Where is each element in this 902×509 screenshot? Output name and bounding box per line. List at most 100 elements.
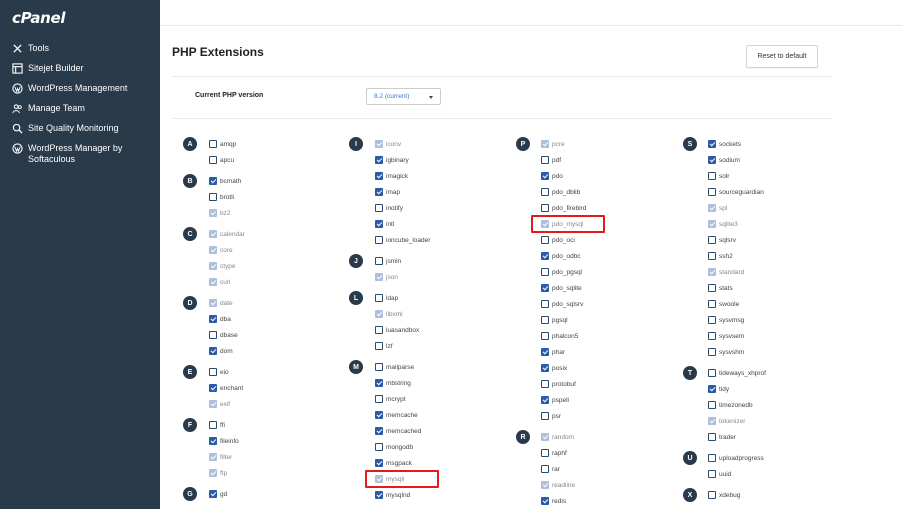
extension-solr[interactable]: solr: [708, 171, 729, 181]
extension-checkbox[interactable]: [708, 454, 716, 462]
extension-xdebug[interactable]: xdebug: [708, 490, 740, 500]
extension-pdo-pgsql[interactable]: pdo_pgsql: [541, 267, 582, 277]
extension-tidy[interactable]: tidy: [708, 384, 729, 394]
extension-checkbox[interactable]: [375, 379, 383, 387]
extension-checkbox[interactable]: [708, 369, 716, 377]
extension-checkbox[interactable]: [209, 368, 217, 376]
extension-checkbox[interactable]: [375, 220, 383, 228]
sidebar-item-tools[interactable]: Tools: [12, 43, 152, 54]
extension-pdf[interactable]: pdf: [541, 155, 561, 165]
extension-sysvmsg[interactable]: sysvmsg: [708, 315, 744, 325]
extension-checkbox[interactable]: [375, 172, 383, 180]
extension-checkbox[interactable]: [541, 364, 549, 372]
extension-checkbox[interactable]: [209, 177, 217, 185]
extension-pdo-dblib[interactable]: pdo_dblib: [541, 187, 580, 197]
extension-checkbox[interactable]: [209, 315, 217, 323]
extension-pdo-firebird[interactable]: pdo_firebird: [541, 203, 586, 213]
extension-raphf[interactable]: raphf: [541, 448, 567, 458]
extension-memcache[interactable]: memcache: [375, 410, 418, 420]
extension-checkbox[interactable]: [541, 300, 549, 308]
extension-jsmin[interactable]: jsmin: [375, 256, 401, 266]
extension-checkbox[interactable]: [708, 284, 716, 292]
extension-pdo[interactable]: pdo: [541, 171, 563, 181]
extension-pgsql[interactable]: pgsql: [541, 315, 568, 325]
extension-checkbox[interactable]: [708, 316, 716, 324]
extension-checkbox[interactable]: [708, 156, 716, 164]
extension-checkbox[interactable]: [708, 236, 716, 244]
extension-enchant[interactable]: enchant: [209, 383, 243, 393]
php-version-select[interactable]: 8.2 (current): [366, 88, 441, 105]
extension-checkbox[interactable]: [375, 459, 383, 467]
extension-checkbox[interactable]: [375, 395, 383, 403]
extension-checkbox[interactable]: [541, 497, 549, 505]
extension-checkbox[interactable]: [375, 188, 383, 196]
extension-checkbox[interactable]: [541, 396, 549, 404]
cpanel-logo[interactable]: cPanel: [12, 9, 66, 27]
extension-checkbox[interactable]: [708, 491, 716, 499]
extension-pdo-sqlsrv[interactable]: pdo_sqlsrv: [541, 299, 583, 309]
extension-pdo-sqlite[interactable]: pdo_sqlite: [541, 283, 582, 293]
extension-swoole[interactable]: swoole: [708, 299, 739, 309]
extension-checkbox[interactable]: [708, 348, 716, 356]
extension-timezonedb[interactable]: timezonedb: [708, 400, 753, 410]
extension-psr[interactable]: psr: [541, 411, 561, 421]
extension-checkbox[interactable]: [708, 332, 716, 340]
extension-ldap[interactable]: ldap: [375, 293, 398, 303]
extension-posix[interactable]: posix: [541, 363, 567, 373]
extension-pdo-odbc[interactable]: pdo_odbc: [541, 251, 581, 261]
extension-checkbox[interactable]: [708, 172, 716, 180]
extension-dba[interactable]: dba: [209, 314, 231, 324]
extension-rar[interactable]: rar: [541, 464, 560, 474]
extension-protobuf[interactable]: protobuf: [541, 379, 576, 389]
sidebar-item-sitejet-builder[interactable]: Sitejet Builder: [12, 63, 152, 74]
extension-checkbox[interactable]: [708, 433, 716, 441]
extension-inotify[interactable]: inotify: [375, 203, 403, 213]
extension-mailparse[interactable]: mailparse: [375, 362, 414, 372]
extension-checkbox[interactable]: [541, 449, 549, 457]
extension-phar[interactable]: phar: [541, 347, 565, 357]
extension-checkbox[interactable]: [708, 385, 716, 393]
extension-dbase[interactable]: dbase: [209, 330, 238, 340]
extension-stats[interactable]: stats: [708, 283, 733, 293]
extension-sqlsrv[interactable]: sqlsrv: [708, 235, 736, 245]
extension-checkbox[interactable]: [541, 316, 549, 324]
extension-ssh2[interactable]: ssh2: [708, 251, 733, 261]
extension-checkbox[interactable]: [541, 204, 549, 212]
extension-checkbox[interactable]: [209, 193, 217, 201]
extension-lzf[interactable]: lzf: [375, 341, 393, 351]
extension-mbstring[interactable]: mbstring: [375, 378, 411, 388]
extension-checkbox[interactable]: [541, 156, 549, 164]
extension-checkbox[interactable]: [541, 380, 549, 388]
extension-checkbox[interactable]: [209, 421, 217, 429]
extension-checkbox[interactable]: [541, 465, 549, 473]
extension-checkbox[interactable]: [375, 443, 383, 451]
extension-checkbox[interactable]: [708, 401, 716, 409]
extension-trader[interactable]: trader: [708, 432, 736, 442]
extension-checkbox[interactable]: [209, 331, 217, 339]
sidebar-item-wordpress-manager-softaculous[interactable]: WordPress Manager by Softaculous: [12, 143, 152, 165]
extension-checkbox[interactable]: [541, 332, 549, 340]
extension-checkbox[interactable]: [541, 268, 549, 276]
extension-checkbox[interactable]: [375, 326, 383, 334]
extension-checkbox[interactable]: [375, 342, 383, 350]
extension-imagick[interactable]: imagick: [375, 171, 408, 181]
extension-memcached[interactable]: memcached: [375, 426, 421, 436]
extension-checkbox[interactable]: [375, 294, 383, 302]
extension-fileinfo[interactable]: fileinfo: [209, 436, 239, 446]
extension-checkbox[interactable]: [209, 384, 217, 392]
extension-checkbox[interactable]: [209, 347, 217, 355]
extension-sodium[interactable]: sodium: [708, 155, 740, 165]
extension-checkbox[interactable]: [375, 236, 383, 244]
extension-checkbox[interactable]: [375, 491, 383, 499]
extension-dom[interactable]: dom: [209, 346, 233, 356]
extension-checkbox[interactable]: [708, 252, 716, 260]
extension-checkbox[interactable]: [708, 140, 716, 148]
extension-phalcon5[interactable]: phalcon5: [541, 331, 578, 341]
extension-uuid[interactable]: uuid: [708, 469, 731, 479]
extension-checkbox[interactable]: [375, 156, 383, 164]
extension-intl[interactable]: intl: [375, 219, 394, 229]
extension-msgpack[interactable]: msgpack: [375, 458, 412, 468]
extension-pspell[interactable]: pspell: [541, 395, 569, 405]
extension-gd[interactable]: gd: [209, 489, 227, 499]
extension-eio[interactable]: eio: [209, 367, 229, 377]
